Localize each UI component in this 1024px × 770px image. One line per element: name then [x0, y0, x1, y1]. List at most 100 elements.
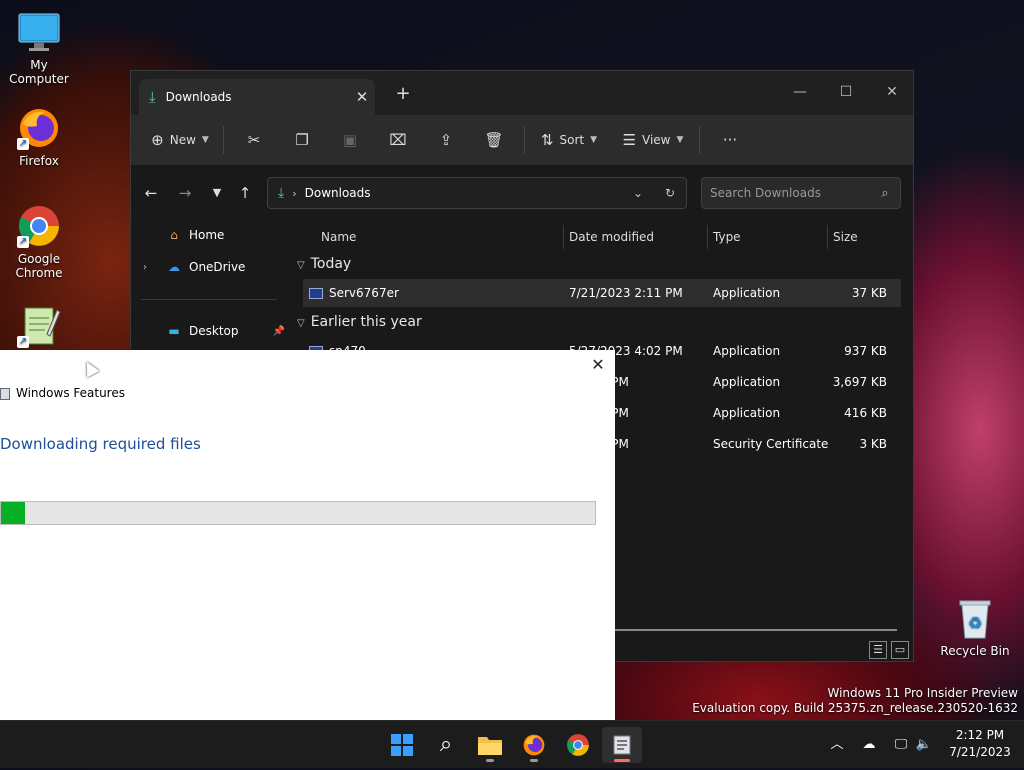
new-tab-button[interactable]: + [389, 83, 417, 107]
recent-locations-button[interactable]: ▼ [203, 179, 231, 207]
nav-item-home[interactable]: ⌂ Home [141, 221, 285, 249]
see-more-button[interactable]: ··· [706, 124, 754, 156]
tab-downloads[interactable]: ⤓ Downloads ✕ [139, 79, 375, 115]
up-button[interactable]: ↑ [231, 179, 259, 207]
column-divider[interactable] [827, 225, 828, 249]
notepad-icon: ↗ [17, 304, 61, 348]
desktop-icon-firefox[interactable]: ↗ Firefox [1, 106, 77, 168]
minimize-button[interactable]: — [777, 79, 823, 105]
close-window-button[interactable]: ✕ [869, 79, 915, 105]
delete-button[interactable]: 🗑 [470, 124, 518, 156]
search-icon: ⌕ [439, 732, 453, 757]
folder-icon [478, 737, 502, 755]
desktop-icon-label: Firefox [19, 154, 59, 168]
column-header-name[interactable]: Name [321, 221, 356, 253]
chevron-down-icon: ▼ [212, 186, 222, 199]
onedrive-tray-button[interactable]: ☁ [857, 733, 881, 757]
column-divider[interactable] [563, 225, 564, 249]
desktop-icon-my-computer[interactable]: My Computer [1, 10, 77, 86]
expand-chevron-icon[interactable]: › [143, 262, 147, 273]
column-divider[interactable] [707, 225, 708, 249]
firefox-icon [523, 734, 545, 756]
arrow-left-icon: ← [144, 184, 158, 202]
scissors-icon: ✂ [247, 131, 261, 149]
column-header-size[interactable]: Size [833, 221, 858, 253]
chrome-icon: ↗ [17, 204, 61, 248]
maximize-button[interactable]: ☐ [823, 79, 869, 105]
watermark-edition: Windows 11 Pro Insider Preview [827, 686, 1018, 700]
tiles-view-button[interactable]: ▭ [891, 641, 909, 659]
taskbar: ⌕ ︿ ☁ 🖵 🔈 2:12 PM 7/21/2023 [0, 720, 1024, 768]
network-icon: 🖵 [894, 737, 908, 752]
cloud-icon: ☁ [168, 260, 180, 274]
dialog-close-button[interactable]: ✕ [587, 354, 609, 376]
details-view-button[interactable]: ☰ [869, 641, 887, 659]
view-button[interactable]: ☰ View ▼ [613, 124, 693, 156]
taskbar-firefox[interactable] [514, 727, 554, 763]
clock-time: 2:12 PM [955, 728, 1005, 742]
nav-item-onedrive[interactable]: › ☁ OneDrive [141, 253, 285, 281]
refresh-button[interactable]: ↻ [654, 186, 686, 200]
toolbar-divider [699, 126, 700, 154]
column-header-type[interactable]: Type [713, 221, 741, 253]
clipboard-icon: ▣ [342, 131, 358, 149]
address-path: Downloads [304, 186, 371, 200]
shortcut-arrow-icon: ↗ [17, 236, 29, 248]
group-header-today[interactable]: ▽ Today [297, 251, 351, 277]
dialog-heading: Downloading required files [0, 435, 201, 453]
share-button[interactable]: ⇪ [422, 124, 470, 156]
desktop-icon-google-chrome[interactable]: ↗ Google Chrome [1, 204, 77, 280]
desktop-icon-app[interactable]: ↗ [1, 304, 77, 352]
firefox-icon: ↗ [17, 106, 61, 150]
running-indicator [530, 759, 538, 762]
address-history-button[interactable]: ⌄ [622, 186, 654, 200]
cut-button[interactable]: ✂ [230, 124, 278, 156]
column-header-date[interactable]: Date modified [569, 221, 654, 253]
clock-date: 7/21/2023 [949, 745, 1011, 759]
taskbar-chrome[interactable] [558, 727, 598, 763]
search-icon[interactable]: ⌕ [870, 186, 900, 201]
group-header-earlier-this-year[interactable]: ▽ Earlier this year [297, 309, 422, 335]
forward-button[interactable]: → [171, 179, 199, 207]
dialog-title: Windows Features [16, 386, 125, 400]
windows-features-icon [0, 388, 10, 400]
chevron-down-icon: ▼ [201, 135, 209, 145]
search-input[interactable] [702, 185, 870, 201]
plus-circle-icon: ⊕ [151, 131, 164, 149]
desktop-icon-label: Google Chrome [15, 252, 63, 280]
trash-icon: 🗑 [484, 131, 504, 149]
volume-tray-button[interactable]: 🔈 [912, 733, 936, 757]
new-button[interactable]: ⊕ New ▼ [143, 124, 217, 156]
taskbar-windows-features[interactable] [602, 727, 642, 763]
share-icon: ⇪ [439, 131, 453, 149]
tab-title: Downloads [165, 90, 232, 104]
start-button[interactable] [382, 727, 422, 763]
rename-button[interactable]: ⌧ [374, 124, 422, 156]
back-button[interactable]: ← [137, 179, 165, 207]
paste-button[interactable]: ▣ [326, 124, 374, 156]
copy-icon: ❐ [295, 131, 309, 149]
table-row[interactable]: Serv6767er 7/21/2023 2:11 PM Application… [303, 279, 901, 307]
chevron-down-icon: ⌄ [632, 186, 644, 200]
copy-button[interactable]: ❐ [278, 124, 326, 156]
desktop-icon-recycle-bin[interactable]: ♻ Recycle Bin [937, 596, 1013, 658]
show-hidden-icons-button[interactable]: ︿ [825, 733, 849, 757]
shortcut-arrow-icon: ↗ [17, 336, 29, 348]
network-tray-button[interactable]: 🖵 [889, 733, 913, 757]
windows-features-dialog: ✕ Windows Features Downloading required … [0, 350, 615, 720]
recycle-bin-icon: ♻ [953, 596, 997, 640]
pin-icon[interactable]: 📌 [273, 326, 285, 337]
progress-fill [1, 502, 25, 524]
running-indicator [614, 759, 630, 762]
close-tab-icon[interactable]: ✕ [349, 88, 375, 106]
sort-button[interactable]: ⇅ Sort ▼ [531, 124, 607, 156]
nav-item-desktop[interactable]: ▬ Desktop 📌 [141, 317, 285, 345]
taskbar-clock[interactable]: 2:12 PM 7/21/2023 [940, 727, 1020, 761]
more-icon: ··· [722, 131, 738, 149]
search-button[interactable]: ⌕ [426, 727, 466, 763]
details-view-icon: ☰ [873, 643, 883, 656]
close-icon: ✕ [591, 355, 605, 374]
taskbar-file-explorer[interactable] [470, 727, 510, 763]
address-bar[interactable]: ⤓ › Downloads ⌄ ↻ [267, 177, 687, 209]
toolbar-divider [223, 126, 224, 154]
